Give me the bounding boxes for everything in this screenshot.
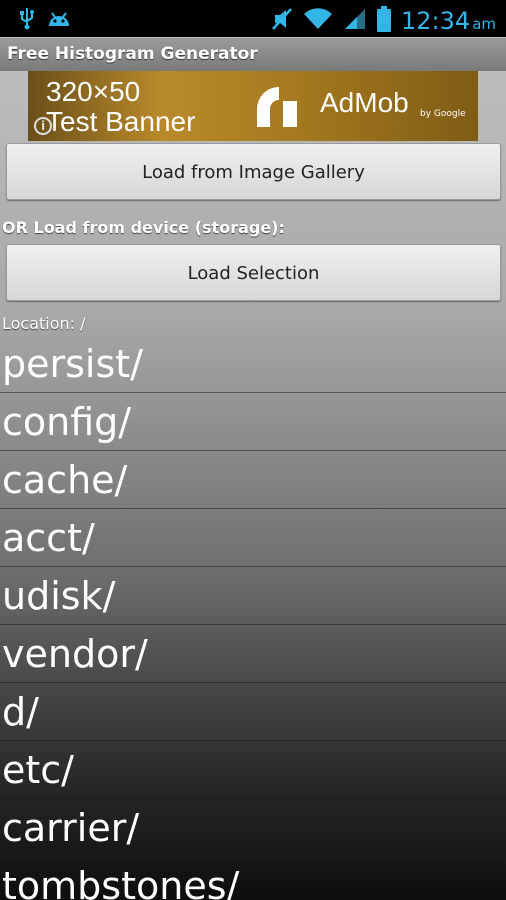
location-label: Location: / (2, 314, 86, 333)
battery-icon (377, 6, 392, 36)
app-title-bar: Free Histogram Generator (0, 37, 506, 71)
file-list-item[interactable]: acct/ (0, 509, 506, 567)
file-list-item[interactable]: carrier/ (0, 799, 506, 857)
load-selection-button[interactable]: Load Selection (6, 244, 501, 301)
file-list-item[interactable]: persist/ (0, 335, 506, 393)
or-load-label: OR Load from device (storage): (2, 218, 285, 237)
file-list-item[interactable]: udisk/ (0, 567, 506, 625)
file-list-item[interactable]: etc/ (0, 741, 506, 799)
file-list-item[interactable]: cache/ (0, 451, 506, 509)
load-from-gallery-button[interactable]: Load from Image Gallery (6, 143, 501, 200)
ad-info-icon[interactable]: i (34, 117, 52, 135)
ad-banner-text: 320×50 Test Banner (46, 77, 195, 137)
wifi-icon (303, 7, 333, 35)
app-title: Free Histogram Generator (7, 44, 258, 64)
admob-by-google: by Google (420, 109, 466, 119)
file-list: persist/ config/ cache/ acct/ udisk/ ven… (0, 335, 506, 900)
admob-logo-icon (254, 85, 304, 129)
ad-test-text: Test Banner (46, 106, 196, 137)
file-list-item[interactable]: tombstones/ (0, 857, 506, 900)
file-list-item[interactable]: config/ (0, 393, 506, 451)
usb-icon (18, 8, 36, 34)
status-bar: 12:34 am (0, 0, 506, 37)
clock-ampm: am (472, 15, 496, 33)
signal-icon (343, 7, 367, 35)
mute-icon (271, 7, 293, 35)
android-debug-icon (46, 8, 72, 32)
clock-time: 12:34 (401, 7, 471, 35)
file-list-item[interactable]: d/ (0, 683, 506, 741)
admob-brand: AdMob (320, 87, 409, 118)
clock: 12:34 am (401, 7, 496, 35)
file-list-item[interactable]: vendor/ (0, 625, 506, 683)
ad-size-text: 320×50 (46, 76, 141, 107)
ad-banner[interactable]: 320×50 Test Banner i AdMob by Google (28, 71, 478, 141)
